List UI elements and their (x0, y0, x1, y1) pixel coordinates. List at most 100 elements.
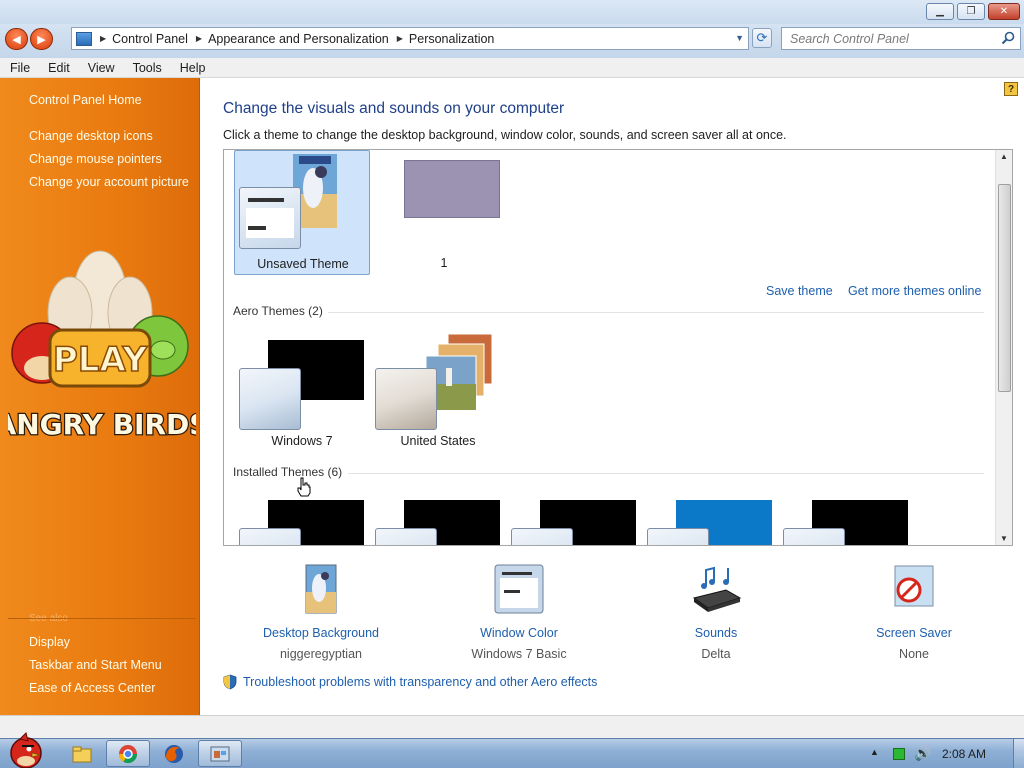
search-box[interactable] (781, 27, 1021, 50)
installed-theme-item[interactable] (506, 498, 642, 545)
page-subtitle: Click a theme to change the desktop back… (223, 128, 787, 142)
breadcrumb-control-panel[interactable]: Control Panel (112, 32, 188, 46)
taskbar-clock[interactable]: 2:08 AM (942, 747, 986, 761)
group-divider (328, 312, 984, 313)
customize-value: Windows 7 Basic (471, 647, 567, 661)
menu-tools[interactable]: Tools (123, 61, 170, 75)
sounds-icon (692, 566, 742, 612)
customize-title[interactable]: Window Color (439, 626, 599, 640)
search-icon[interactable] (1001, 31, 1015, 45)
menu-edit[interactable]: Edit (38, 61, 78, 75)
customize-title[interactable]: Sounds (636, 626, 796, 640)
theme-list[interactable]: Unsaved Theme 1 Save theme Get more them… (223, 149, 1013, 546)
screen-saver-option[interactable]: Screen Saver None (834, 564, 994, 661)
shield-icon (223, 674, 237, 690)
window-color-option[interactable]: Window Color Windows 7 Basic (439, 564, 599, 661)
window-color-glyph-icon (375, 528, 437, 545)
forward-button[interactable]: ▶ (30, 28, 53, 50)
firefox-icon (165, 744, 183, 763)
installed-themes-header: Installed Themes (6) (233, 465, 343, 479)
scroll-thumb[interactable] (998, 184, 1011, 392)
back-button[interactable]: ◀ (5, 28, 28, 50)
sounds-option[interactable]: Sounds Delta (636, 564, 796, 661)
address-dropdown-icon[interactable]: ▼ (735, 33, 744, 43)
menu-help[interactable]: Help (170, 61, 214, 75)
installed-theme-item[interactable] (370, 498, 506, 545)
taskbar-control-panel-button[interactable] (198, 740, 242, 767)
customize-title[interactable]: Desktop Background (241, 626, 401, 640)
breadcrumb-separator-icon[interactable]: ▶ (397, 34, 403, 43)
vertical-scrollbar[interactable]: ▲ ▼ (995, 150, 1012, 545)
taskbar-chrome-button[interactable] (106, 740, 150, 767)
help-icon[interactable]: ? (1004, 82, 1018, 96)
window-color-glyph-icon (239, 368, 301, 430)
window-color-icon (494, 564, 544, 614)
close-button[interactable]: ✕ (988, 3, 1020, 20)
menu-file[interactable]: File (0, 61, 38, 75)
save-theme-link[interactable]: Save theme (766, 284, 833, 298)
scroll-down-arrow-icon[interactable]: ▼ (1000, 534, 1008, 543)
window-color-glyph-icon (239, 528, 301, 545)
forward-arrow-icon: ▶ (37, 33, 46, 46)
status-bar (0, 715, 1024, 738)
search-input[interactable] (782, 28, 982, 49)
taskbar-firefox-button[interactable] (152, 740, 196, 767)
sidebar-item-mouse-pointers[interactable]: Change mouse pointers (29, 152, 162, 166)
screen-saver-icon (894, 565, 934, 607)
theme-label: Unsaved Theme (257, 257, 349, 271)
sidebar-item-account-picture[interactable]: Change your account picture (29, 175, 189, 189)
customize-value: niggeregyptian (279, 647, 362, 661)
breadcrumb-separator-icon[interactable]: ▶ (196, 34, 202, 43)
theme-unsaved[interactable]: Unsaved Theme (234, 150, 370, 275)
play-text: PLAY (53, 340, 148, 380)
show-desktop-button[interactable] (1013, 739, 1024, 768)
sidebar-item-desktop-icons[interactable]: Change desktop icons (29, 129, 153, 143)
sidebar-divider (8, 618, 196, 619)
title-bar: ▁ ❐ ✕ (0, 0, 1024, 24)
scroll-up-arrow-icon[interactable]: ▲ (1000, 152, 1008, 161)
maximize-button[interactable]: ❐ (957, 3, 985, 20)
taskbar-explorer-button[interactable] (60, 740, 104, 767)
window-color-glyph-icon (783, 528, 845, 545)
troubleshoot-link[interactable]: Troubleshoot problems with transparency … (243, 675, 597, 689)
installed-themes-row (224, 498, 996, 545)
breadcrumb-separator-icon[interactable]: ▶ (100, 34, 106, 43)
theme-united-states[interactable]: United States (370, 334, 506, 448)
network-tray-icon[interactable] (893, 748, 905, 760)
installed-theme-item[interactable] (642, 498, 778, 545)
theme-label[interactable]: 1 (364, 256, 524, 270)
customize-title[interactable]: Screen Saver (834, 626, 994, 640)
tray-overflow-icon[interactable]: ▲ (870, 747, 879, 757)
window-color-glyph-icon (239, 187, 301, 249)
breadcrumb-appearance[interactable]: Appearance and Personalization (208, 32, 389, 46)
minimize-button[interactable]: ▁ (926, 3, 954, 20)
menu-view[interactable]: View (78, 61, 123, 75)
taskbar: ▲ 🔊 2:08 AM (0, 732, 1024, 768)
angry-birds-artwork: PLAY ANGRY BIRDS (8, 250, 196, 442)
installed-theme-item[interactable] (234, 498, 370, 545)
back-arrow-icon: ◀ (12, 33, 21, 46)
desktop-background-option[interactable]: Desktop Background niggeregyptian (241, 564, 401, 661)
chrome-icon (119, 744, 137, 763)
angry-birds-logo-text: ANGRY BIRDS (8, 408, 196, 441)
theme-label: United States (400, 434, 476, 448)
window-color-glyph-icon (647, 528, 709, 545)
theme-1-thumbnail[interactable] (404, 160, 500, 218)
mouse-cursor-hand-icon (297, 477, 311, 497)
start-button-angry-bird-icon[interactable] (2, 731, 48, 768)
volume-icon[interactable]: 🔊 (914, 745, 931, 762)
refresh-button[interactable]: ⟳ (752, 28, 772, 48)
customize-value: Delta (701, 647, 731, 661)
desktop-background-icon (305, 564, 337, 614)
sidebar-item-display[interactable]: Display (29, 635, 70, 649)
sidebar-item-control-panel-home[interactable]: Control Panel Home (29, 93, 142, 107)
page-title: Change the visuals and sounds on your co… (223, 100, 565, 117)
sidebar-item-ease-of-access[interactable]: Ease of Access Center (29, 681, 155, 695)
address-bar[interactable]: ▶ Control Panel ▶ Appearance and Persona… (71, 27, 749, 50)
sidebar-item-taskbar-start-menu[interactable]: Taskbar and Start Menu (29, 658, 162, 672)
installed-theme-item[interactable] (778, 498, 914, 545)
get-more-themes-link[interactable]: Get more themes online (848, 284, 981, 298)
troubleshoot-row: Troubleshoot problems with transparency … (223, 674, 597, 690)
theme-windows-7[interactable]: Windows 7 (234, 338, 370, 448)
breadcrumb-personalization[interactable]: Personalization (409, 32, 494, 46)
